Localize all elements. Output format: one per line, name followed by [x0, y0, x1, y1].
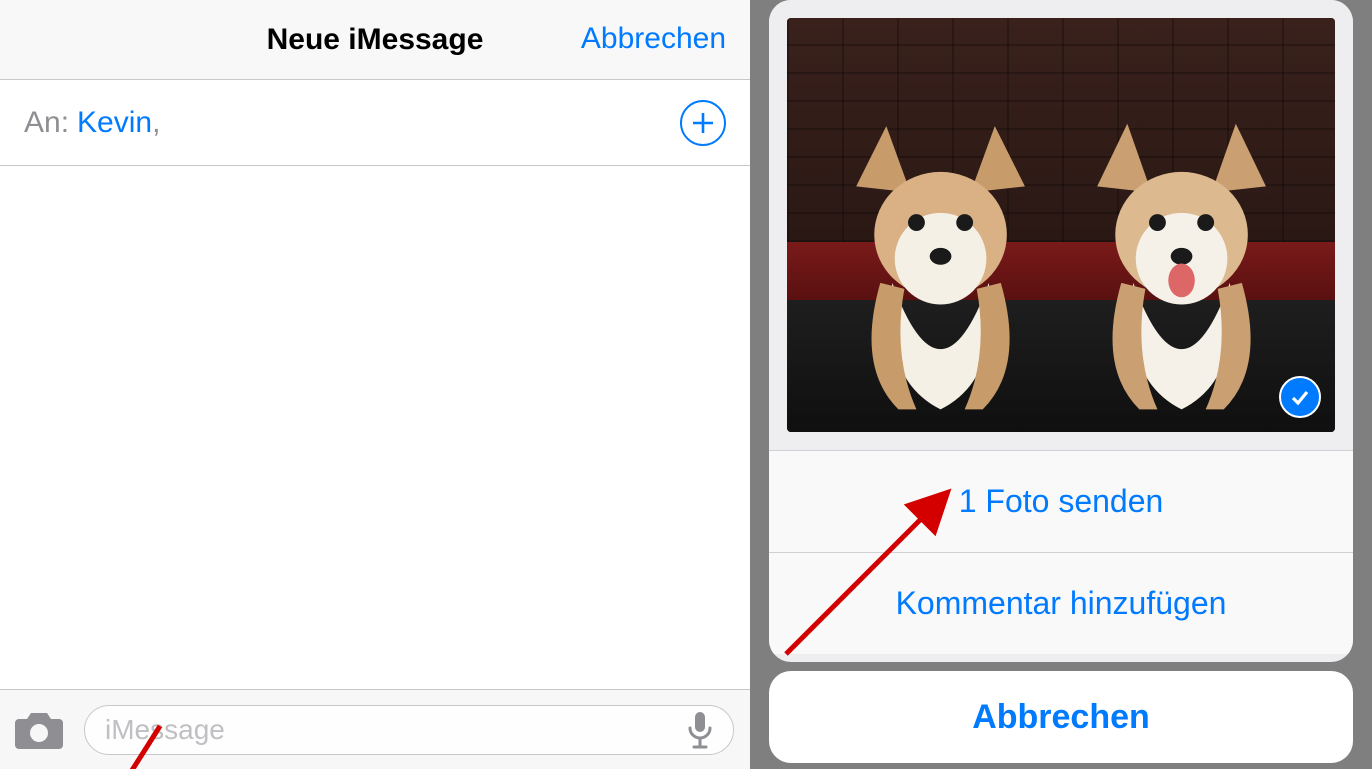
message-placeholder: iMessage: [105, 714, 679, 746]
page-title: Neue iMessage: [267, 23, 484, 57]
selected-photo-thumbnail[interactable]: [787, 18, 1335, 432]
camera-icon: [13, 709, 65, 751]
photo-subject: [820, 102, 1061, 415]
dictation-button[interactable]: [679, 709, 721, 751]
add-contact-button[interactable]: [680, 100, 726, 146]
photo-preview-area: [769, 0, 1353, 450]
recipient-chip[interactable]: Kevin: [77, 106, 152, 140]
photo-subject: [1061, 102, 1302, 415]
checkmark-icon: [1288, 385, 1312, 409]
selection-checkmark[interactable]: [1279, 376, 1321, 418]
conversation-area: [0, 166, 750, 689]
cancel-sheet-button[interactable]: Abbrechen: [769, 671, 1353, 763]
message-input[interactable]: iMessage: [84, 705, 734, 755]
recipient-separator: ,: [152, 106, 160, 140]
share-sheet-pane: 1 Foto senden Kommentar hinzufügen Abbre…: [750, 0, 1372, 769]
compose-pane: Neue iMessage Abbrechen An: Kevin ,: [0, 0, 750, 769]
recipient-row[interactable]: An: Kevin ,: [0, 80, 750, 166]
compose-bar: iMessage: [0, 689, 750, 769]
camera-button[interactable]: [8, 699, 70, 761]
plus-icon: [690, 110, 716, 136]
to-label: An:: [24, 106, 69, 140]
share-sheet: 1 Foto senden Kommentar hinzufügen: [769, 0, 1353, 662]
microphone-icon: [685, 710, 715, 750]
add-comment-button[interactable]: Kommentar hinzufügen: [769, 552, 1353, 654]
cancel-button[interactable]: Abbrechen: [581, 22, 726, 56]
nav-bar: Neue iMessage Abbrechen: [0, 0, 750, 80]
send-photo-button[interactable]: 1 Foto senden: [769, 450, 1353, 552]
